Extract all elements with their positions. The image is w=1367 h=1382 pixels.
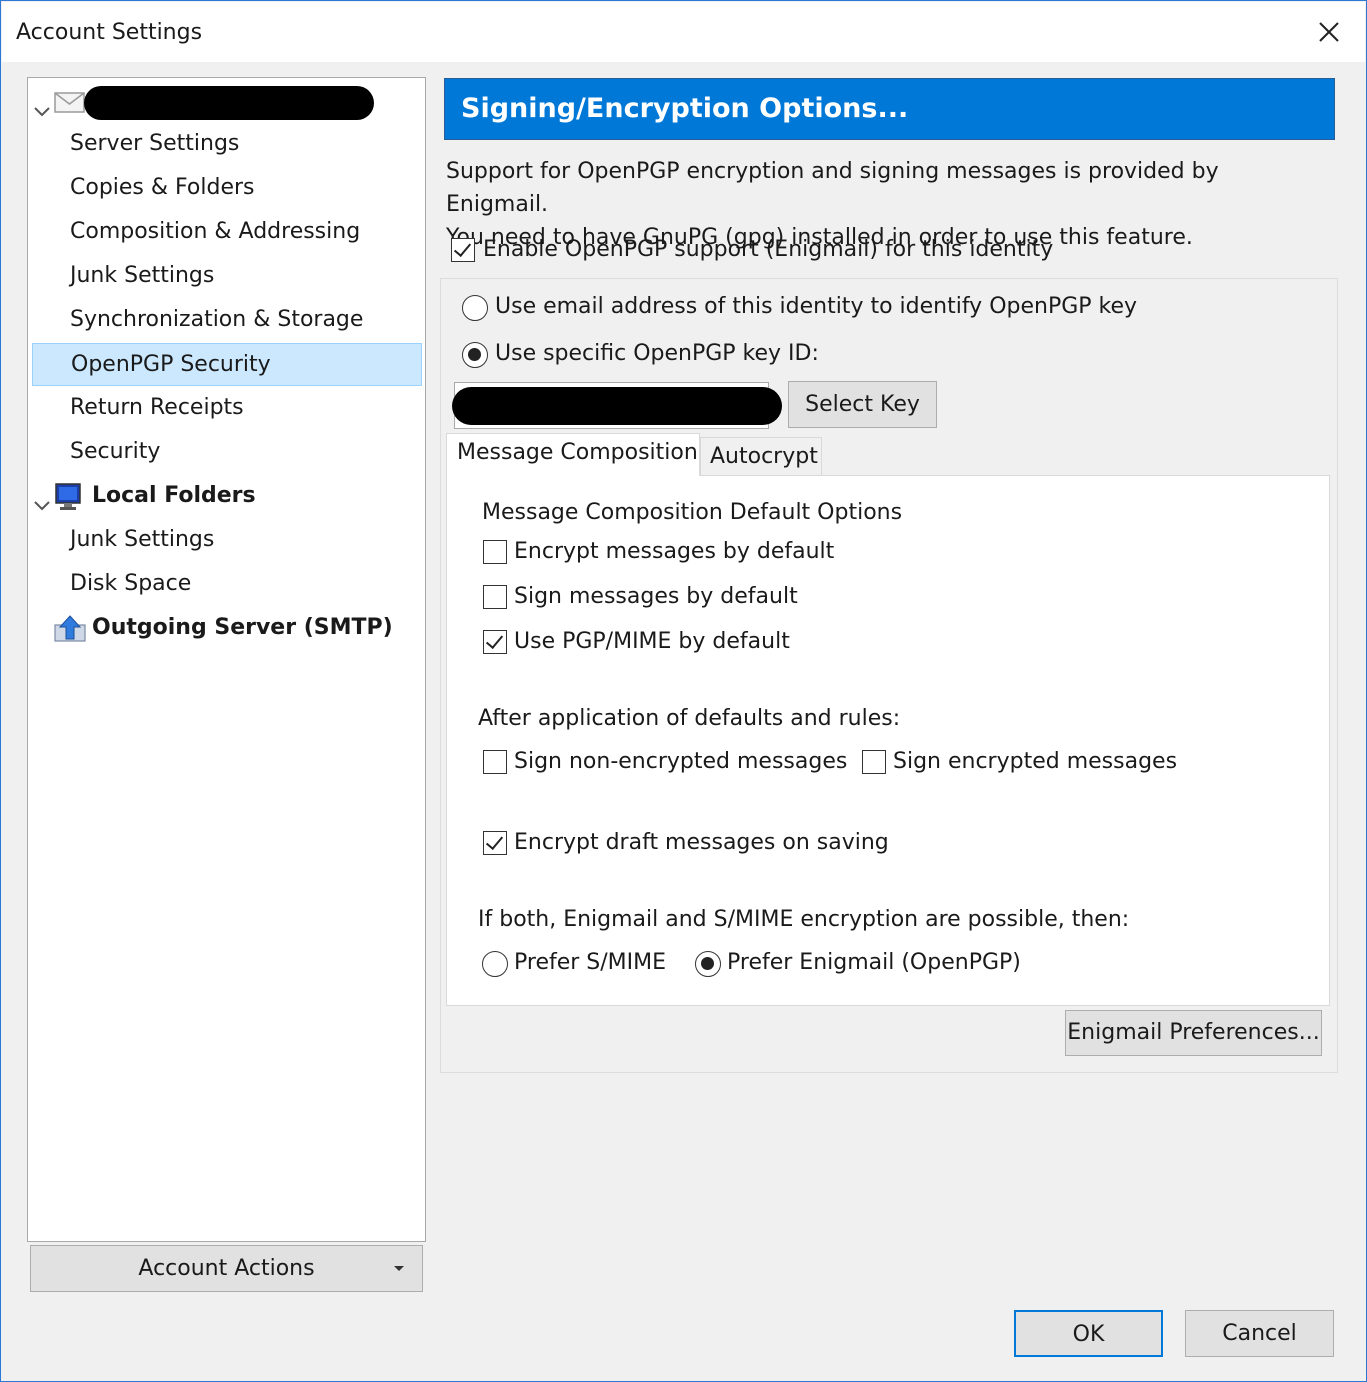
- close-icon[interactable]: [1309, 12, 1349, 52]
- tree-item-label: Junk Settings: [70, 527, 215, 552]
- redacted-account-name: [84, 86, 374, 120]
- chevron-down-icon[interactable]: [32, 488, 52, 511]
- encrypt-default-label: Encrypt messages by default: [514, 539, 835, 564]
- sign-default-label: Sign messages by default: [514, 584, 798, 609]
- use-email-label: Use email address of this identity to id…: [495, 294, 1138, 319]
- key-id-input[interactable]: [452, 382, 782, 429]
- tab-autocrypt[interactable]: Autocrypt: [700, 437, 822, 475]
- tree-item-label: Outgoing Server (SMTP): [92, 615, 393, 640]
- both-available-heading: If both, Enigmail and S/MIME encryption …: [478, 907, 1130, 932]
- sign-encrypted-checkbox[interactable]: [862, 750, 886, 774]
- sign-nonencrypted-checkbox[interactable]: [483, 750, 507, 774]
- use-key-id-radio[interactable]: [462, 342, 488, 368]
- prefer-smime-radio[interactable]: [482, 951, 508, 977]
- tree-account-row[interactable]: [32, 82, 422, 122]
- tree-item-label: Server Settings: [70, 131, 240, 156]
- tree-item-openpgp-security[interactable]: OpenPGP Security: [32, 343, 422, 386]
- composition-heading: Message Composition Default Options: [482, 500, 903, 525]
- description-line-1: Support for OpenPGP encryption and signi…: [446, 159, 1219, 217]
- title-bar: Account Settings: [2, 2, 1365, 62]
- account-actions-button[interactable]: Account Actions: [30, 1245, 423, 1292]
- prefer-smime-label: Prefer S/MIME: [514, 950, 667, 975]
- dropdown-arrow-icon: [394, 1266, 404, 1271]
- tree-item-disk-space[interactable]: Disk Space: [32, 564, 422, 604]
- tree-item-label: Copies & Folders: [70, 175, 255, 200]
- encrypt-drafts-label: Encrypt draft messages on saving: [514, 830, 889, 855]
- pgpmime-default-label: Use PGP/MIME by default: [514, 629, 790, 654]
- sign-nonencrypted-label: Sign non-encrypted messages: [514, 749, 848, 774]
- after-defaults-heading: After application of defaults and rules:: [478, 706, 901, 731]
- cancel-button[interactable]: Cancel: [1185, 1310, 1334, 1357]
- chevron-down-icon[interactable]: [32, 94, 52, 117]
- prefer-enigmail-label: Prefer Enigmail (OpenPGP): [727, 950, 1021, 975]
- account-tree[interactable]: Server Settings Copies & Folders Composi…: [27, 77, 426, 1242]
- tree-item-label: Return Receipts: [70, 395, 244, 420]
- tree-item-junk-settings[interactable]: Junk Settings: [32, 256, 422, 296]
- tree-item-server-settings[interactable]: Server Settings: [32, 124, 422, 164]
- outgoing-server-icon: [54, 615, 86, 642]
- tree-item-label: OpenPGP Security: [71, 352, 271, 377]
- tab-message-composition[interactable]: Message Composition: [446, 433, 700, 476]
- sign-encrypted-label: Sign encrypted messages: [893, 749, 1178, 774]
- pgpmime-default-checkbox[interactable]: [483, 630, 507, 654]
- encrypt-default-checkbox[interactable]: [483, 540, 507, 564]
- sign-default-checkbox[interactable]: [483, 585, 507, 609]
- tree-item-copies-folders[interactable]: Copies & Folders: [32, 168, 422, 208]
- tree-item-label: Junk Settings: [70, 263, 215, 288]
- enable-openpgp-label: Enable OpenPGP support (Enigmail) for th…: [483, 237, 1054, 262]
- ok-button[interactable]: OK: [1014, 1310, 1163, 1357]
- tree-item-label: Composition & Addressing: [70, 219, 361, 244]
- computer-monitor-icon: [54, 483, 84, 510]
- use-key-id-label: Use specific OpenPGP key ID:: [495, 341, 819, 366]
- page-header: Signing/Encryption Options...: [444, 78, 1335, 140]
- tree-item-return-receipts[interactable]: Return Receipts: [32, 388, 422, 428]
- tree-item-local-junk-settings[interactable]: Junk Settings: [32, 520, 422, 560]
- tree-item-local-folders[interactable]: Local Folders: [32, 476, 422, 516]
- redacted-key-id: [452, 387, 782, 425]
- mail-envelope-icon: [54, 89, 85, 115]
- tree-item-sync-storage[interactable]: Synchronization & Storage: [32, 300, 422, 340]
- enigmail-preferences-button[interactable]: Enigmail Preferences...: [1065, 1010, 1322, 1056]
- prefer-enigmail-radio[interactable]: [695, 951, 721, 977]
- tree-item-label: Security: [70, 439, 161, 464]
- encrypt-drafts-checkbox[interactable]: [483, 831, 507, 855]
- tree-item-label: Synchronization & Storage: [70, 307, 364, 332]
- select-key-button[interactable]: Select Key: [788, 381, 937, 428]
- tree-item-security[interactable]: Security: [32, 432, 422, 472]
- window-title: Account Settings: [16, 20, 203, 45]
- use-email-radio[interactable]: [462, 295, 488, 321]
- tree-item-label: Local Folders: [92, 483, 256, 508]
- account-actions-label: Account Actions: [138, 1256, 315, 1281]
- enable-openpgp-checkbox[interactable]: [451, 238, 475, 262]
- account-settings-dialog: Account Settings Server Settings Copies …: [0, 0, 1367, 1382]
- tree-item-label: Disk Space: [70, 571, 192, 596]
- tree-item-outgoing-server[interactable]: Outgoing Server (SMTP): [32, 608, 422, 648]
- tree-item-composition-addressing[interactable]: Composition & Addressing: [32, 212, 422, 252]
